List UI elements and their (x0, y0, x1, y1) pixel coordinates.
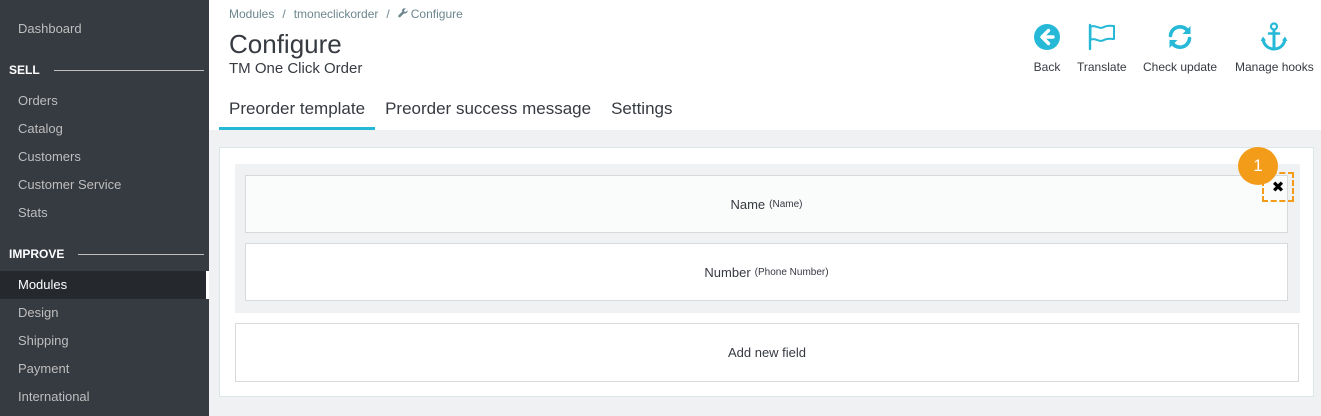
back-button[interactable]: Back (1032, 22, 1062, 74)
flag-icon (1087, 22, 1117, 52)
breadcrumb-modules[interactable]: Modules (229, 7, 274, 21)
sidebar-item-stats[interactable]: Stats (0, 199, 209, 227)
preorder-template-panel: Name (Name) Number (Phone Number) Add ne… (219, 147, 1314, 397)
field-number-label: Number (704, 264, 751, 280)
tab-settings[interactable]: Settings (601, 92, 682, 130)
sidebar-item-customers[interactable]: Customers (0, 143, 209, 171)
breadcrumb-module[interactable]: tmoneclickorder (294, 7, 379, 21)
sidebar-item-modules[interactable]: Modules (0, 271, 209, 299)
breadcrumb-separator: / (386, 7, 390, 21)
sidebar-section-sell-label: SELL (9, 63, 40, 77)
anchor-icon (1259, 22, 1289, 52)
field-row-number[interactable]: Number (Phone Number) (245, 243, 1288, 301)
sidebar-item-dashboard[interactable]: Dashboard (0, 15, 209, 43)
sidebar-item-orders[interactable]: Orders (0, 87, 209, 115)
check-update-label: Check update (1143, 60, 1218, 74)
field-name-label: Name (730, 196, 766, 212)
back-label: Back (1033, 60, 1061, 74)
translate-button[interactable]: Translate (1077, 22, 1127, 74)
sidebar-item-shipping[interactable]: Shipping (0, 327, 209, 355)
field-number-type: (Phone Number) (754, 266, 829, 278)
sidebar-item-international[interactable]: International (0, 383, 209, 411)
sidebar-item-customer-service[interactable]: Customer Service (0, 171, 209, 199)
add-new-field-button[interactable]: Add new field (235, 323, 1299, 382)
sidebar-item-payment[interactable]: Payment (0, 355, 209, 383)
page-title: Configure (229, 29, 342, 59)
sidebar-item-catalog[interactable]: Catalog (0, 115, 209, 143)
fields-list: Name (Name) Number (Phone Number) (235, 164, 1300, 313)
sidebar-item-design[interactable]: Design (0, 299, 209, 327)
section-divider (53, 69, 204, 71)
sidebar-section-improve-label: IMPROVE (9, 247, 65, 261)
tab-preorder-template[interactable]: Preorder template (219, 92, 376, 130)
manage-hooks-label: Manage hooks (1235, 60, 1314, 74)
tab-preorder-success-message[interactable]: Preorder success message (375, 92, 601, 130)
section-divider (78, 253, 204, 255)
manage-hooks-button[interactable]: Manage hooks (1235, 22, 1314, 74)
sidebar-section-sell: SELL (9, 60, 204, 80)
page-subtitle: TM One Click Order (229, 60, 363, 77)
breadcrumb-current: Configure (410, 7, 463, 21)
translate-label: Translate (1077, 60, 1127, 74)
check-update-button[interactable]: Check update (1143, 22, 1217, 74)
step-marker: 1 (1238, 147, 1278, 185)
breadcrumb-separator: / (282, 7, 286, 21)
field-name-type: (Name) (769, 198, 803, 210)
sidebar-section-improve: IMPROVE (9, 244, 204, 264)
sidebar: Dashboard SELL Orders Catalog Customers … (0, 0, 209, 416)
breadcrumb: Modules / tmoneclickorder / Configure (229, 7, 463, 21)
refresh-icon (1165, 22, 1195, 52)
tab-bar: Preorder template Preorder success messa… (219, 92, 683, 130)
arrow-circle-left-icon (1032, 22, 1062, 52)
field-row-name[interactable]: Name (Name) (245, 175, 1288, 233)
page-header: Modules / tmoneclickorder / Configure Co… (209, 0, 1321, 130)
wrench-icon (397, 7, 408, 21)
close-icon: ✖ (1271, 179, 1285, 196)
